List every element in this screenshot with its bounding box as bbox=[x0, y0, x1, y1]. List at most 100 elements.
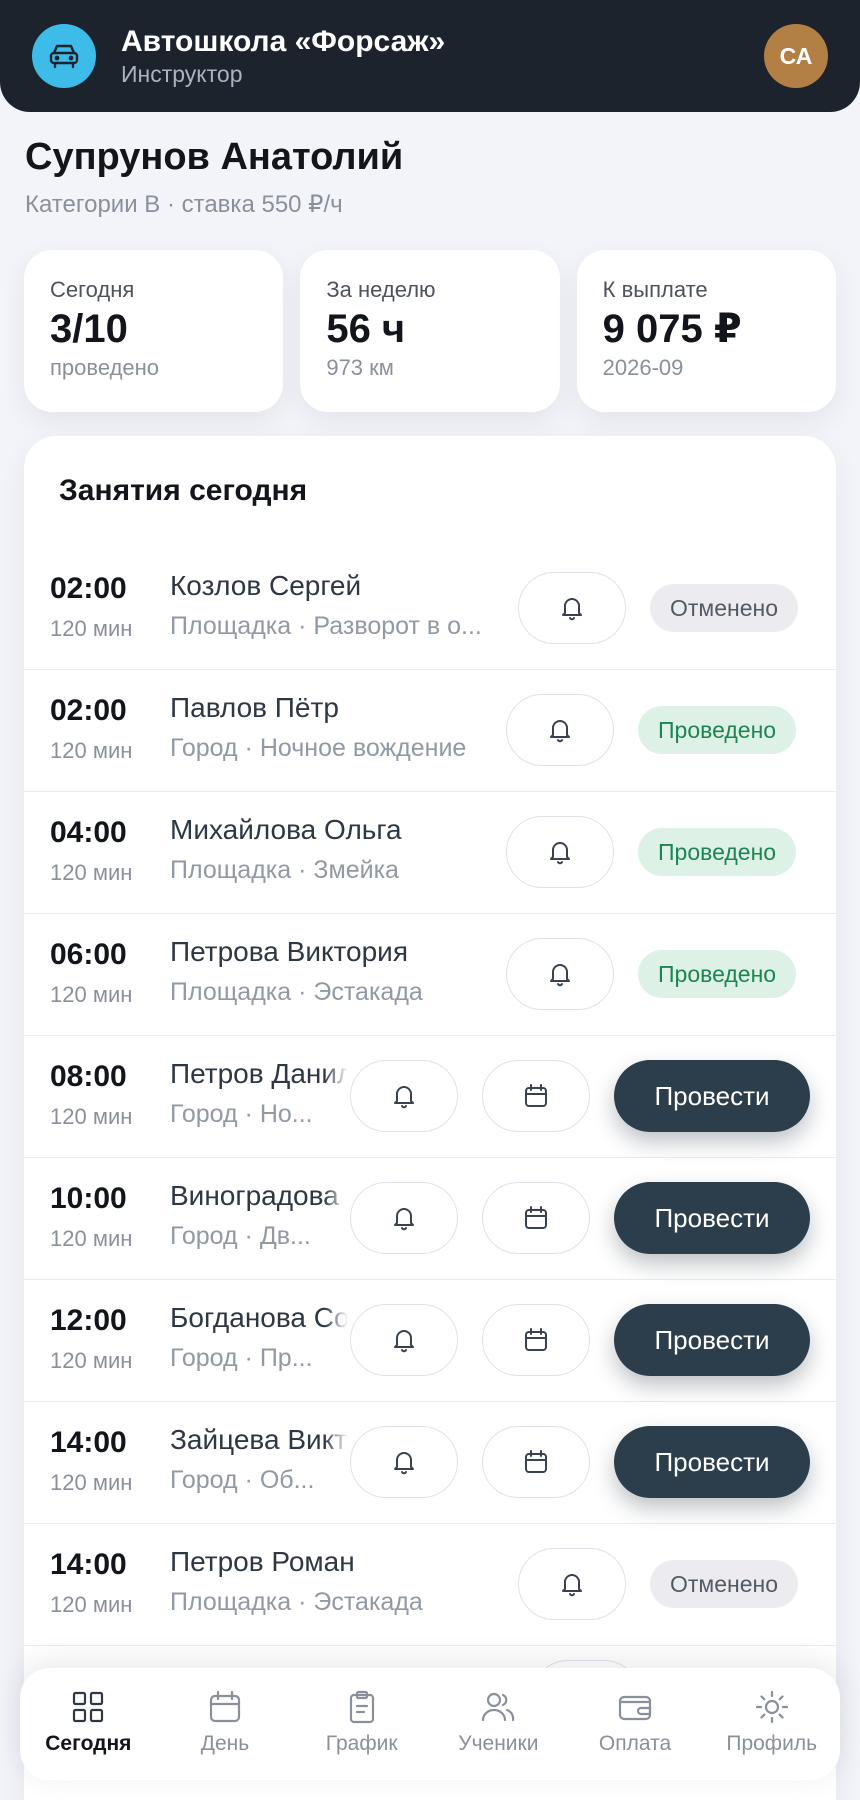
lesson-info: Площадка · Разворот в о... bbox=[170, 612, 482, 640]
lesson-info: Город · Дв... bbox=[170, 1222, 311, 1250]
lesson-row[interactable]: 02:00 120 мин Козлов Сергей Площадка · Р… bbox=[24, 548, 836, 670]
conduct-button[interactable]: Провести bbox=[614, 1426, 810, 1498]
stat-card-week: За неделю 56 ч 973 км bbox=[300, 250, 560, 412]
bell-icon bbox=[550, 964, 570, 987]
instructor-meta: Категории B · ставка 550 ₽/ч bbox=[25, 191, 343, 218]
bottom-nav: Сегодня День График Ученики Оплата Профи… bbox=[20, 1668, 840, 1780]
lesson-student: Петрова Виктория bbox=[170, 936, 408, 967]
nav-label: Оплата bbox=[598, 1732, 672, 1755]
nav-item-day[interactable]: День bbox=[157, 1668, 294, 1780]
stat-label: За неделю bbox=[326, 277, 436, 302]
reschedule-button[interactable] bbox=[482, 1304, 590, 1376]
lesson-row[interactable]: 14:00 120 мин Зайцева Викт Город · Об...… bbox=[24, 1402, 836, 1524]
lesson-time: 12:00 bbox=[50, 1304, 127, 1337]
reschedule-button[interactable] bbox=[482, 1182, 590, 1254]
instructor-name: Супрунов Анатолий bbox=[25, 136, 404, 178]
stat-card-payout: К выплате 9 075 ₽ 2026-09 bbox=[576, 250, 836, 412]
app-header: Автошкола «Форсаж» Инструктор СА bbox=[0, 0, 860, 112]
lesson-time: 14:00 bbox=[50, 1548, 127, 1581]
notify-button[interactable] bbox=[506, 694, 614, 766]
lesson-row[interactable]: 14:00 120 мин Петров Роман Площадка · Эс… bbox=[24, 1524, 836, 1646]
grid-icon bbox=[73, 1691, 104, 1723]
lesson-duration: 120 мин bbox=[50, 1348, 133, 1373]
lesson-row[interactable]: 10:00 120 мин Виноградова Город · Дв... … bbox=[24, 1158, 836, 1280]
stat-value: 3/10 bbox=[50, 307, 128, 351]
users-icon bbox=[482, 1692, 515, 1722]
notify-button[interactable] bbox=[350, 1060, 458, 1132]
lesson-row[interactable]: 12:00 120 мин Богданова Со Город · Пр...… bbox=[24, 1280, 836, 1402]
nav-item-today[interactable]: Сегодня bbox=[20, 1668, 157, 1780]
nav-item-schedule[interactable]: График bbox=[293, 1668, 430, 1780]
lesson-row[interactable]: 02:00 120 мин Павлов Пётр Город · Ночное… bbox=[24, 670, 836, 792]
lesson-info: Площадка · Эстакада bbox=[170, 978, 423, 1006]
lesson-info: Город · Пр... bbox=[170, 1344, 313, 1372]
bell-icon bbox=[394, 1452, 414, 1475]
nav-label: Сегодня bbox=[45, 1732, 132, 1755]
app-title: Автошкола «Форсаж» bbox=[121, 25, 446, 58]
avatar[interactable]: СА bbox=[764, 24, 828, 88]
lessons-title: Занятия сегодня bbox=[59, 474, 308, 507]
lesson-time: 06:00 bbox=[50, 938, 127, 971]
stat-label: Сегодня bbox=[50, 277, 135, 302]
notify-button[interactable] bbox=[350, 1304, 458, 1376]
lesson-duration: 120 мин bbox=[50, 738, 133, 763]
lesson-time: 14:00 bbox=[50, 1426, 127, 1459]
nav-item-profile[interactable]: Профиль bbox=[703, 1668, 840, 1780]
calendar-icon bbox=[525, 1084, 547, 1107]
nav-item-students[interactable]: Ученики bbox=[430, 1668, 567, 1780]
lesson-student: Михайлова Ольга bbox=[170, 814, 402, 845]
lesson-time: 02:00 bbox=[50, 572, 127, 605]
nav-label: День bbox=[200, 1732, 250, 1755]
nav-item-payment[interactable]: Оплата bbox=[567, 1668, 704, 1780]
notify-button[interactable] bbox=[506, 816, 614, 888]
conduct-button[interactable]: Провести bbox=[614, 1182, 810, 1254]
sun-icon bbox=[755, 1690, 788, 1724]
lesson-info: Город · Но... bbox=[170, 1100, 313, 1128]
lesson-time: 08:00 bbox=[50, 1060, 127, 1093]
car-icon bbox=[32, 24, 96, 88]
lesson-duration: 120 мин bbox=[50, 1104, 133, 1129]
status-badge: Проведено bbox=[638, 828, 797, 876]
lesson-duration: 120 мин bbox=[50, 1592, 133, 1617]
calendar-icon bbox=[525, 1450, 547, 1473]
lesson-row[interactable]: 06:00 120 мин Петрова Виктория Площадка … bbox=[24, 914, 836, 1036]
reschedule-button[interactable] bbox=[482, 1426, 590, 1498]
notify-button[interactable] bbox=[350, 1426, 458, 1498]
status-badge: Проведено bbox=[638, 706, 797, 754]
notify-button[interactable] bbox=[518, 572, 626, 644]
stat-sub: 973 км bbox=[326, 355, 394, 380]
status-badge: Проведено bbox=[638, 950, 797, 998]
calendar-icon bbox=[209, 1690, 241, 1723]
lesson-duration: 120 мин bbox=[50, 616, 133, 641]
status-badge: Отменено bbox=[650, 584, 799, 632]
bell-icon bbox=[394, 1086, 414, 1109]
notify-button[interactable] bbox=[518, 1548, 626, 1620]
stat-value: 9 075 ₽ bbox=[602, 307, 742, 351]
lesson-info: Площадка · Змейка bbox=[170, 856, 399, 884]
stat-sub: 2026-09 bbox=[602, 355, 684, 380]
conduct-button[interactable]: Провести bbox=[614, 1060, 810, 1132]
lesson-duration: 120 мин bbox=[50, 1470, 133, 1495]
lesson-info: Площадка · Эстакада bbox=[170, 1588, 423, 1616]
lesson-info: Город · Ночное вождение bbox=[170, 734, 467, 762]
brand: Автошкола «Форсаж» Инструктор bbox=[121, 24, 445, 88]
stat-card-today: Сегодня 3/10 проведено bbox=[24, 250, 284, 412]
lesson-duration: 120 мин bbox=[50, 982, 133, 1007]
lesson-row[interactable]: 04:00 120 мин Михайлова Ольга Площадка ·… bbox=[24, 792, 836, 914]
lesson-student: Виноградова bbox=[170, 1180, 339, 1211]
stats-row: Сегодня 3/10 проведено За неделю 56 ч 97… bbox=[24, 250, 836, 412]
bell-icon bbox=[550, 842, 570, 865]
notify-button[interactable] bbox=[506, 938, 614, 1010]
lesson-student: Павлов Пётр bbox=[170, 692, 339, 723]
status-badge: Отменено bbox=[650, 1560, 799, 1608]
stat-label: К выплате bbox=[602, 277, 708, 302]
nav-label: Ученики bbox=[458, 1732, 539, 1755]
reschedule-button[interactable] bbox=[482, 1060, 590, 1132]
lesson-time: 02:00 bbox=[50, 694, 127, 727]
bell-icon bbox=[550, 720, 570, 743]
lesson-row[interactable]: 08:00 120 мин Петров Данил Город · Но...… bbox=[24, 1036, 836, 1158]
notify-button[interactable] bbox=[350, 1182, 458, 1254]
bell-icon bbox=[562, 1574, 582, 1597]
conduct-button[interactable]: Провести bbox=[614, 1304, 810, 1376]
bell-icon bbox=[562, 598, 582, 621]
